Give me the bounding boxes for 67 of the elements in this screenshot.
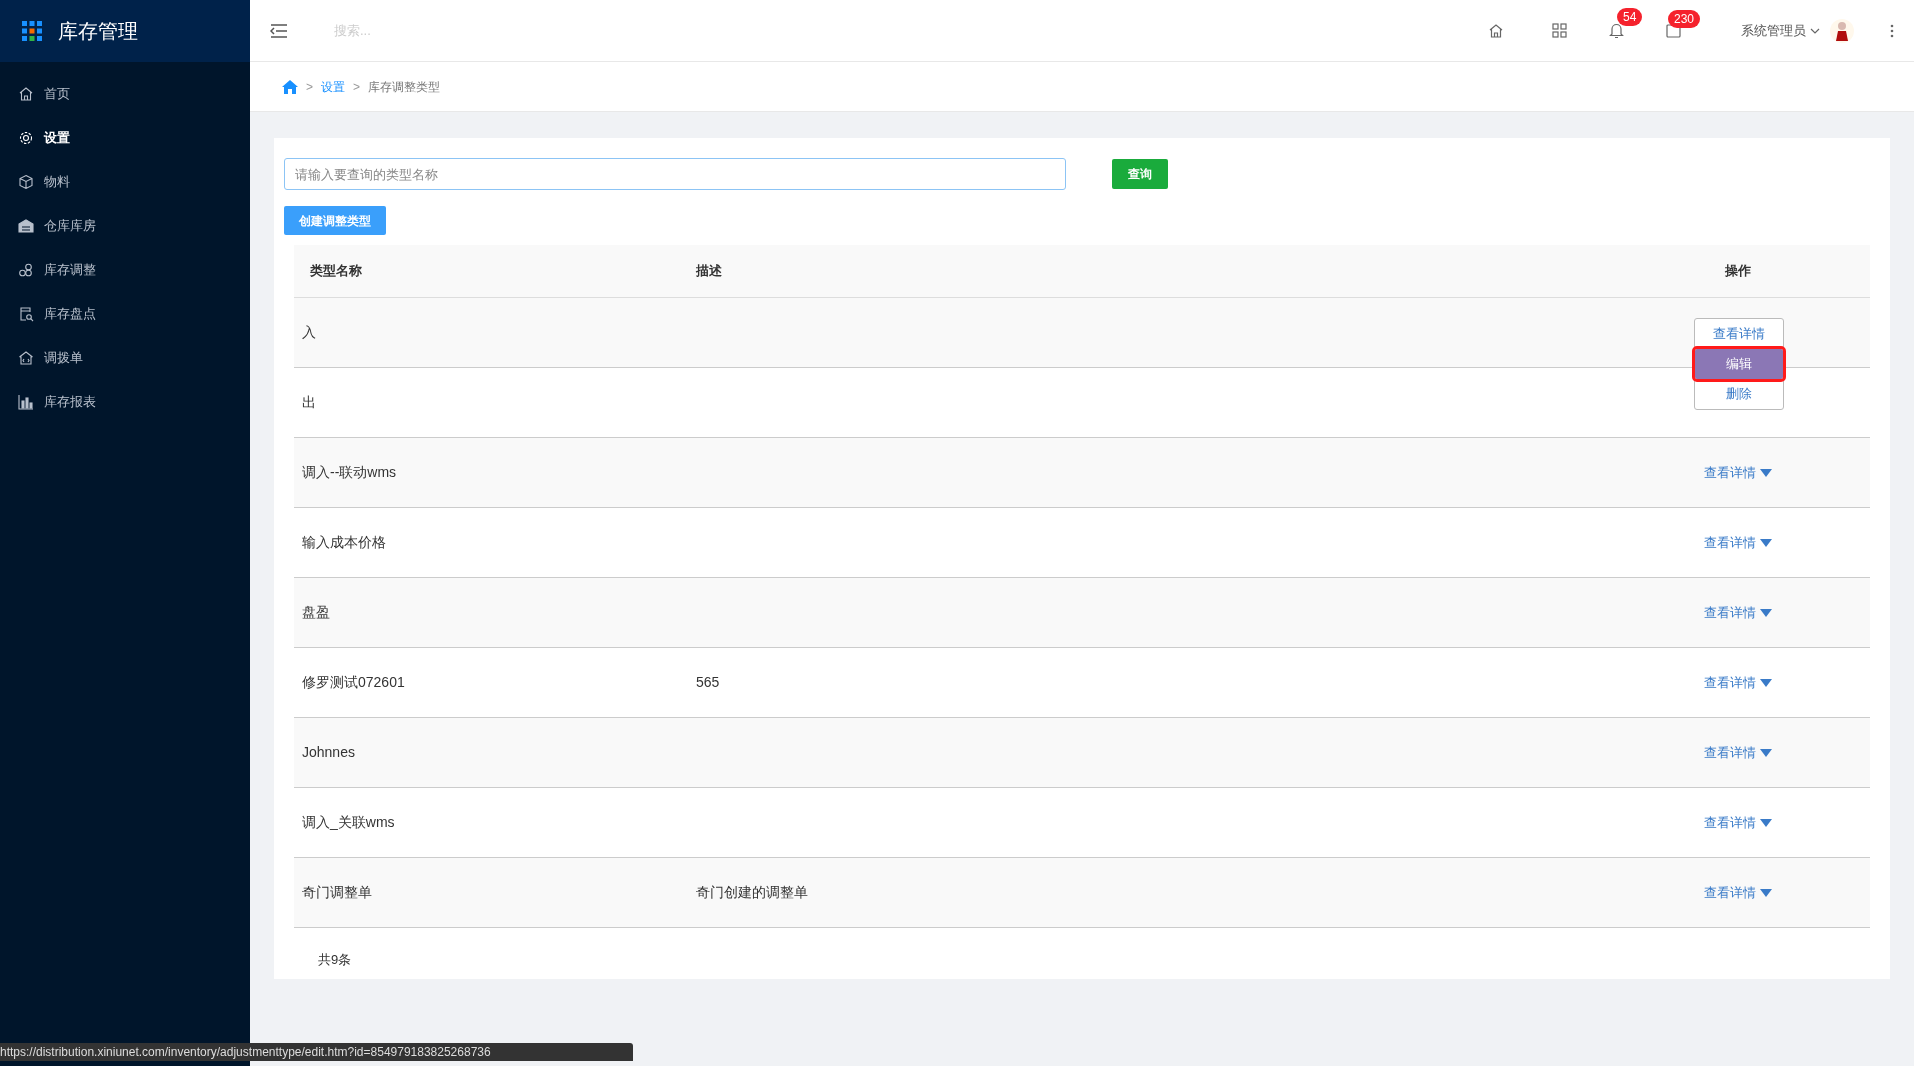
column-header: 类型名称	[309, 262, 363, 281]
menu-item[interactable]: 编辑	[1695, 349, 1783, 379]
menu-item[interactable]: 查看详情	[1695, 319, 1783, 349]
view-details-dropdown[interactable]: 查看详情	[1704, 602, 1772, 623]
status-url: https://distribution.xiniunet.com/inventory/adjustmenttype/edit.htm?id=854979183825268736	[0, 1043, 633, 1061]
apps-icon[interactable]	[1552, 23, 1567, 38]
view-details-dropdown[interactable]: 查看详情	[1704, 532, 1772, 553]
gear-icon	[18, 130, 34, 146]
query-button[interactable]: 查询	[1112, 159, 1168, 189]
view-details-dropdown[interactable]: 查看详情	[1704, 672, 1772, 693]
caret-down-icon	[1760, 748, 1772, 757]
caret-down-icon	[1760, 468, 1772, 477]
more-icon[interactable]	[1890, 23, 1894, 38]
sidebar-item[interactable]: 库存报表	[0, 380, 250, 424]
home-icon[interactable]	[1488, 22, 1504, 39]
create-button[interactable]: 创建调整类型	[284, 206, 386, 235]
app-title: 库存管理	[58, 19, 138, 44]
column-header: 描述	[696, 262, 723, 281]
sidebar-item[interactable]: 物料	[0, 160, 250, 204]
view-details-dropdown[interactable]: 查看详情	[1704, 742, 1772, 763]
table-cell: 修罗测试072601	[302, 674, 405, 690]
table-cell: 调入_关联wms	[302, 814, 395, 830]
sidebar-item[interactable]: 首页	[0, 72, 250, 116]
caret-down-icon	[1760, 608, 1772, 617]
caret-down-icon	[1760, 818, 1772, 827]
sidebar-item[interactable]: 仓库库房	[0, 204, 250, 248]
table-cell: 调入--联动wms	[302, 464, 397, 480]
user-menu[interactable]: 系统管理员	[1741, 20, 1820, 41]
menu-item[interactable]: 删除	[1695, 379, 1783, 409]
view-details-dropdown[interactable]: 查看详情	[1704, 882, 1772, 903]
search-field[interactable]: 请输入要查询的类型名称	[284, 158, 1066, 190]
sidebar-item[interactable]: 设置	[0, 116, 250, 160]
column-header: 操作	[1725, 262, 1751, 281]
message-badge: 230	[1668, 9, 1701, 28]
total-count: 共9条	[318, 951, 352, 969]
chart-icon	[18, 394, 34, 410]
table-cell: 输入成本价格	[302, 534, 386, 550]
warehouse-icon	[18, 218, 34, 234]
table-cell: 出	[302, 394, 316, 410]
notification-badge: 54	[1617, 8, 1643, 26]
breadcrumb-separator: >	[306, 78, 313, 96]
avatar	[1830, 18, 1854, 43]
box-icon	[18, 174, 34, 190]
menu-icon[interactable]	[270, 22, 288, 39]
sidebar-item[interactable]: 库存盘点	[0, 292, 250, 336]
table-cell: 盘盈	[302, 604, 330, 620]
bell-icon[interactable]	[1609, 22, 1624, 39]
circles-icon	[18, 262, 34, 278]
table-cell: 565	[696, 674, 720, 690]
breadcrumb-current: 库存调整类型	[368, 78, 441, 96]
breadcrumb-separator: >	[353, 78, 361, 96]
breadcrumb-link[interactable]: 设置	[321, 77, 345, 96]
caret-down-icon	[1760, 888, 1772, 897]
chevron-down-icon	[1810, 27, 1820, 34]
view-details-dropdown[interactable]: 查看详情	[1704, 462, 1772, 483]
home-icon[interactable]	[282, 79, 298, 94]
caret-down-icon	[1760, 538, 1772, 547]
caret-down-icon	[1760, 678, 1772, 687]
table-cell: 奇门调整单	[302, 884, 372, 900]
table-cell: 奇门创建的调整单	[696, 884, 808, 900]
table-cell: 入	[302, 324, 316, 340]
sidebar-item[interactable]: 库存调整	[0, 248, 250, 292]
table-cell: Johnnes	[302, 744, 355, 760]
app-grid-icon	[22, 21, 42, 41]
home-icon	[18, 86, 34, 102]
view-details-dropdown[interactable]: 查看详情	[1704, 812, 1772, 833]
sidebar-item[interactable]: 调拨单	[0, 336, 250, 380]
